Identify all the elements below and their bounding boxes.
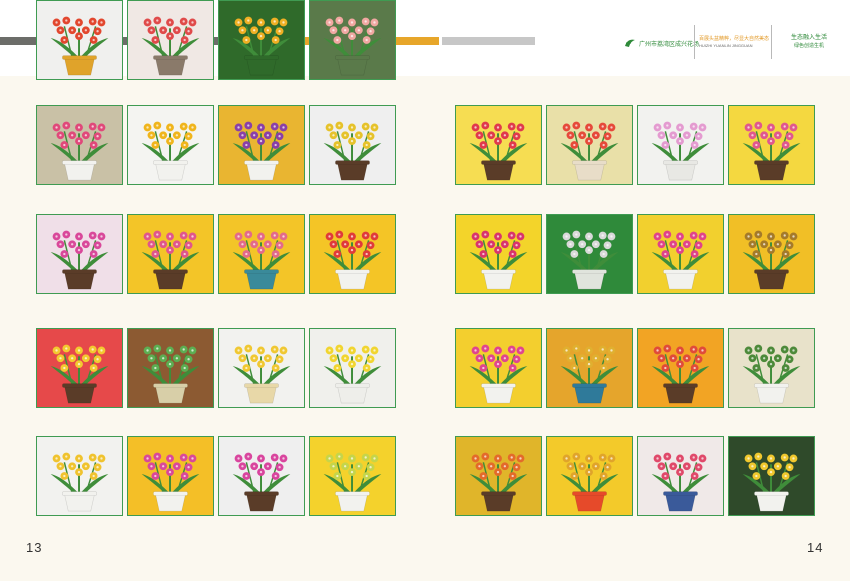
divider <box>771 25 772 59</box>
flower-photo <box>36 0 123 80</box>
flower-photo <box>546 105 633 185</box>
potted-flower-image <box>547 329 632 407</box>
potted-flower-image <box>310 1 395 79</box>
brand-name: 广州市荔湾区成兴花场 <box>639 41 700 48</box>
flower-photo <box>546 436 633 516</box>
potted-flower-image <box>219 437 304 515</box>
flower-photo <box>546 328 633 408</box>
potted-flower-image <box>37 106 122 184</box>
potted-flower-image <box>638 329 723 407</box>
flower-photo <box>728 214 815 294</box>
potted-flower-image <box>638 215 723 293</box>
flower-photo <box>637 105 724 185</box>
potted-flower-image <box>128 437 213 515</box>
potted-flower-image <box>128 106 213 184</box>
potted-flower-image <box>37 1 122 79</box>
potted-flower-image <box>310 106 395 184</box>
potted-flower-image <box>219 1 304 79</box>
flower-photo <box>455 214 542 294</box>
slogan-cn: 百展头盆精粹，尽显大自然美态 <box>699 36 770 42</box>
potted-flower-image <box>310 329 395 407</box>
potted-flower-image <box>638 437 723 515</box>
flower-photo <box>309 105 396 185</box>
flower-photo <box>36 436 123 516</box>
potted-flower-image <box>456 215 541 293</box>
brand-logo-icon <box>625 39 635 47</box>
flower-photo <box>637 214 724 294</box>
potted-flower-image <box>638 106 723 184</box>
potted-flower-image <box>128 329 213 407</box>
flower-photo <box>309 214 396 294</box>
potted-flower-image <box>128 1 213 79</box>
flower-photo <box>728 328 815 408</box>
flower-photo <box>127 0 214 80</box>
potted-flower-image <box>729 215 814 293</box>
flower-photo <box>309 328 396 408</box>
flower-photo <box>127 105 214 185</box>
flower-photo <box>218 214 305 294</box>
potted-flower-image <box>219 106 304 184</box>
flower-photo <box>637 436 724 516</box>
divider <box>694 25 695 59</box>
flower-photo <box>127 214 214 294</box>
decorative-bar-lightgray <box>442 37 535 45</box>
motto-line-1: 生态融入生活 <box>790 35 827 41</box>
potted-flower-image <box>219 215 304 293</box>
flower-photo <box>309 0 396 80</box>
slogan-en: HUIZHI YUANLIN JINGGUAN <box>699 43 753 48</box>
motto: 生态融入生活 绿色创造生机 <box>778 34 840 50</box>
potted-flower-image <box>547 437 632 515</box>
flower-photo <box>36 328 123 408</box>
flower-photo <box>455 436 542 516</box>
flower-photo <box>309 436 396 516</box>
flower-photo <box>455 105 542 185</box>
potted-flower-image <box>547 215 632 293</box>
flower-photo <box>127 436 214 516</box>
flower-photo <box>36 214 123 294</box>
flower-photo <box>218 105 305 185</box>
page-number-right: 14 <box>807 540 824 555</box>
potted-flower-image <box>456 329 541 407</box>
potted-flower-image <box>729 106 814 184</box>
potted-flower-image <box>310 215 395 293</box>
flower-photo <box>728 436 815 516</box>
flower-photo <box>455 328 542 408</box>
potted-flower-image <box>456 437 541 515</box>
flower-photo <box>637 328 724 408</box>
potted-flower-image <box>37 329 122 407</box>
flower-photo <box>218 436 305 516</box>
potted-flower-image <box>310 437 395 515</box>
potted-flower-image <box>219 329 304 407</box>
flower-photo <box>218 328 305 408</box>
potted-flower-image <box>37 437 122 515</box>
potted-flower-image <box>547 106 632 184</box>
potted-flower-image <box>729 437 814 515</box>
flower-photo <box>218 0 305 80</box>
potted-flower-image <box>37 215 122 293</box>
brand: 广州市荔湾区成兴花场 <box>624 38 699 48</box>
potted-flower-image <box>729 329 814 407</box>
flower-photo <box>36 105 123 185</box>
motto-line-2: 绿色创造生机 <box>793 43 824 49</box>
page-number-left: 13 <box>26 540 43 555</box>
flower-photo <box>728 105 815 185</box>
slogan: 百展头盆精粹，尽显大自然美态 HUIZHI YUANLIN JINGGUAN <box>699 36 769 49</box>
flower-photo <box>127 328 214 408</box>
potted-flower-image <box>456 106 541 184</box>
flower-photo <box>546 214 633 294</box>
potted-flower-image <box>128 215 213 293</box>
